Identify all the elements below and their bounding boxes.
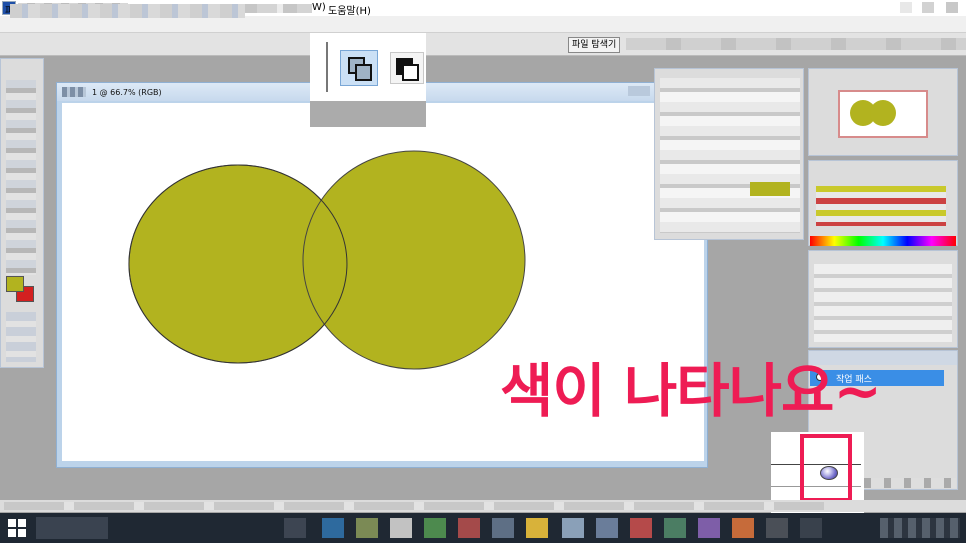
taskbar-app-icon[interactable] <box>458 518 480 538</box>
character-color-swatch[interactable] <box>750 182 790 196</box>
taskbar-app-icon[interactable] <box>732 518 754 538</box>
taskbar-app-icon[interactable] <box>356 518 378 538</box>
taskbar-app-icon[interactable] <box>766 518 788 538</box>
taskbar-app-icon[interactable] <box>562 518 584 538</box>
shape-combine-icon[interactable] <box>340 50 378 86</box>
layers-list-obscured[interactable] <box>814 264 952 342</box>
taskbar-app-icon[interactable] <box>390 518 412 538</box>
shape-subtract-icon[interactable] <box>390 52 424 84</box>
close-button[interactable] <box>946 2 958 13</box>
toolbox-tools-obscured[interactable] <box>6 80 36 275</box>
color-spectrum-bar[interactable] <box>810 236 956 246</box>
taskbar-app-icon[interactable] <box>664 518 686 538</box>
taskbar-app-icon[interactable] <box>284 518 306 538</box>
taskbar-app-icon[interactable] <box>526 518 548 538</box>
taskbar-app-icon[interactable] <box>698 518 720 538</box>
menu-window[interactable]: W) <box>312 2 326 13</box>
document-title: 1 @ 66.7% (RGB) <box>92 88 162 97</box>
taskbar-app-icon[interactable] <box>492 518 514 538</box>
paths-panel-footer-buttons[interactable] <box>864 478 956 488</box>
document-icon <box>62 87 86 97</box>
status-bar-text-obscured <box>4 502 824 510</box>
annotation-text: 색이 나타나요~ <box>500 357 882 425</box>
taskbar-app-icon[interactable] <box>800 518 822 538</box>
system-tray-obscured[interactable] <box>880 518 960 538</box>
right-circle[interactable] <box>302 150 526 370</box>
taskbar-search-box[interactable] <box>36 517 108 539</box>
zoom-callout-band <box>310 101 426 127</box>
foreground-color-swatch[interactable] <box>6 276 24 292</box>
toolbar-buttons-obscured <box>10 4 245 18</box>
toolbox-modes-obscured[interactable] <box>6 312 36 362</box>
taskbar-app-icon[interactable] <box>630 518 652 538</box>
document-window-controls[interactable] <box>628 86 650 96</box>
character-panel-controls-obscured[interactable] <box>660 78 800 233</box>
menu-help[interactable]: 도움말(H) <box>328 2 371 17</box>
file-browser-button[interactable]: 파일 탐색기 <box>568 37 621 53</box>
palette-well-obscured <box>626 38 966 50</box>
menu-bar <box>0 16 966 33</box>
taskbar-app-icon[interactable] <box>424 518 446 538</box>
highlight-box <box>800 434 852 502</box>
windows-start-icon[interactable] <box>8 519 26 537</box>
taskbar-app-icon[interactable] <box>322 518 344 538</box>
navigator-blob-right <box>870 100 896 126</box>
minimize-button[interactable] <box>900 2 912 13</box>
taskbar-app-icon[interactable] <box>596 518 618 538</box>
color-sliders[interactable] <box>816 186 946 226</box>
toolbar-divider <box>326 42 328 92</box>
maximize-button[interactable] <box>922 2 934 13</box>
